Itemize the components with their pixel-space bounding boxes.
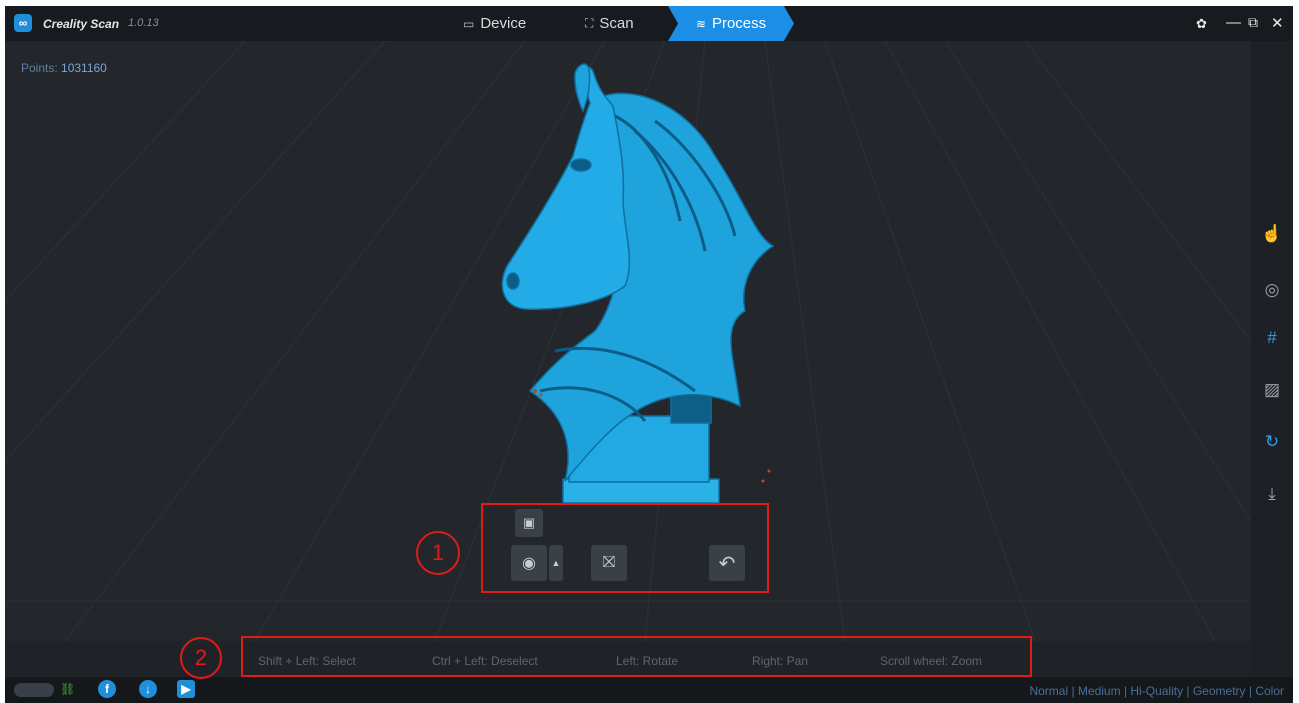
rotate-lock-icon[interactable]: ◎ bbox=[1261, 279, 1283, 301]
scan-icon: ⛶ bbox=[585, 16, 594, 30]
restore-button[interactable]: ⧉ bbox=[1248, 14, 1258, 31]
annotation-box-2 bbox=[241, 636, 1032, 677]
quality-modes[interactable]: Normal | Medium | Hi-Quality | Geometry … bbox=[1029, 684, 1284, 698]
tab-process[interactable]: ≋ Process bbox=[668, 6, 794, 41]
device-icon: ▭ bbox=[463, 16, 475, 31]
points-label: Points: bbox=[21, 61, 58, 75]
settings-icon[interactable]: ✿ bbox=[1196, 16, 1207, 32]
image-icon[interactable]: ▨ bbox=[1261, 379, 1283, 401]
refresh-icon[interactable]: ↻ bbox=[1261, 431, 1283, 453]
tab-process-label: Process bbox=[711, 15, 767, 32]
tab-device-label: Device bbox=[480, 15, 527, 32]
tab-device[interactable]: ▭ Device bbox=[463, 6, 526, 41]
crop-icon[interactable]: # bbox=[1261, 327, 1283, 349]
facebook-icon[interactable]: f bbox=[98, 680, 116, 698]
touch-icon[interactable]: ☝ bbox=[1261, 223, 1283, 245]
download-update-icon[interactable]: ↓ bbox=[139, 680, 157, 698]
layers-icon: ≋ bbox=[695, 16, 706, 31]
app-window: ∞ Creality Scan 1.0.13 ▭ Device ⛶ Scan ≋… bbox=[5, 6, 1293, 703]
close-button[interactable]: ✕ bbox=[1271, 14, 1284, 32]
tutorial-video-icon[interactable]: ▶ bbox=[177, 680, 195, 698]
device-toggle[interactable] bbox=[14, 683, 54, 697]
tab-scan-label: Scan bbox=[599, 15, 634, 32]
app-version: 1.0.13 bbox=[128, 17, 159, 29]
points-counter: Points: 1031160 bbox=[21, 61, 107, 75]
annotation-box-1 bbox=[481, 503, 769, 593]
points-value: 1031160 bbox=[61, 61, 107, 75]
status-bar: ⛓ f ↓ ▶ Normal | Medium | Hi-Quality | G… bbox=[5, 677, 1293, 703]
link-icon: ⛓ bbox=[60, 682, 76, 696]
app-name: Creality Scan bbox=[43, 17, 120, 31]
scanned-model-horse[interactable] bbox=[495, 61, 785, 521]
annotation-circle-1: 1 bbox=[416, 531, 460, 575]
app-logo-icon: ∞ bbox=[14, 14, 32, 32]
right-toolbar: ☝ ◎ # ▨ ↻ ⤓ bbox=[1251, 41, 1293, 677]
minimize-button[interactable]: — bbox=[1226, 14, 1241, 31]
title-bar: ∞ Creality Scan 1.0.13 ▭ Device ⛶ Scan ≋… bbox=[5, 6, 1293, 41]
tab-scan[interactable]: ⛶ Scan bbox=[585, 6, 634, 41]
download-icon[interactable]: ⤓ bbox=[1261, 483, 1283, 505]
annotation-circle-2: 2 bbox=[180, 637, 222, 679]
